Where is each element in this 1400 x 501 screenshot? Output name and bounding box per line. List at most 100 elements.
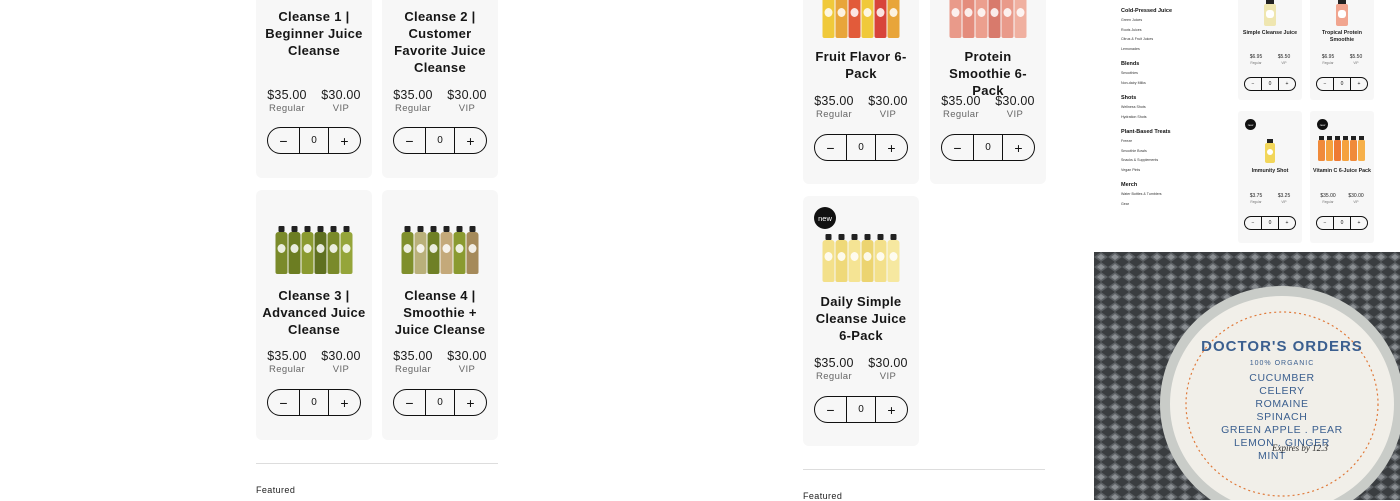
mini-product-title[interactable]: Tropical Protein Smoothie — [1313, 30, 1371, 44]
mini-product-card[interactable]: new Immunity Shot $3.75 Regular $3.25 VIP … — [1238, 111, 1302, 243]
nav-item[interactable]: Wellness Shots — [1121, 103, 1231, 113]
nav-item[interactable]: Vegan Pints — [1121, 166, 1231, 176]
product-card[interactable]: Protein Smoothie 6-Pack $35.00 Regular $3… — [930, 0, 1046, 184]
decrement-button[interactable]: − — [815, 135, 846, 160]
juice-bottles-image[interactable] — [949, 0, 1027, 38]
product-card[interactable]: Cleanse 3 | Advanced Juice Cleanse $35.0… — [256, 190, 372, 440]
nav-item[interactable]: Snacks & Supplements — [1121, 156, 1231, 166]
decrement-button[interactable]: − — [1245, 78, 1261, 90]
mini-product-card[interactable]: new Vitamin C 6-Juice Pack $35.00 Regular… — [1310, 111, 1374, 243]
nav-heading[interactable]: Cold-Pressed Juice — [1121, 8, 1231, 14]
juice-bottles-image[interactable] — [401, 226, 479, 274]
nav-item[interactable]: Smoothie Bowls — [1121, 147, 1231, 157]
quantity-input[interactable]: 0 — [1261, 217, 1279, 229]
quantity-stepper[interactable]: − 0 + — [393, 389, 487, 416]
nav-item[interactable]: Gear — [1121, 200, 1231, 210]
juice-bottles-image[interactable] — [822, 0, 900, 38]
nav-heading[interactable]: Blends — [1121, 61, 1231, 67]
decrement-button[interactable]: − — [815, 397, 846, 422]
product-title[interactable]: Cleanse 3 | Advanced Juice Cleanse — [262, 287, 366, 338]
increment-button[interactable]: + — [876, 397, 907, 422]
mini-product-title[interactable]: Simple Cleanse Juice — [1241, 30, 1299, 37]
quantity-input[interactable]: 0 — [425, 128, 455, 153]
quantity-input[interactable]: 0 — [299, 390, 329, 415]
juice-bottles-image[interactable] — [822, 234, 900, 282]
featured-label: Featured — [256, 485, 296, 495]
increment-button[interactable]: + — [455, 128, 486, 153]
quantity-input[interactable]: 0 — [425, 390, 455, 415]
product-title[interactable]: Fruit Flavor 6-Pack — [809, 48, 913, 82]
quantity-stepper[interactable]: − 0 + — [814, 134, 908, 161]
mini-product-card[interactable]: Simple Cleanse Juice $6.95 Regular $5.50 V… — [1238, 0, 1302, 100]
decrement-button[interactable]: − — [268, 128, 299, 153]
mini-product-title[interactable]: Vitamin C 6-Juice Pack — [1313, 168, 1371, 175]
quantity-stepper[interactable]: −0 + — [1244, 77, 1296, 91]
nav-item[interactable]: Water Bottles & Tumblers — [1121, 190, 1231, 200]
nav-item[interactable]: Non-dairy Milks — [1121, 79, 1231, 89]
product-card[interactable]: Cleanse 2 | Customer Favorite Juice Clea… — [382, 0, 498, 178]
product-card[interactable]: Fruit Flavor 6-Pack $35.00 Regular $30.00… — [803, 0, 919, 184]
increment-button[interactable]: + — [1279, 78, 1295, 90]
mini-product-title[interactable]: Immunity Shot — [1241, 168, 1299, 175]
product-title[interactable]: Cleanse 2 | Customer Favorite Juice Clea… — [388, 8, 492, 76]
quantity-stepper[interactable]: −0 + — [1316, 216, 1368, 230]
decrement-button[interactable]: − — [1317, 217, 1333, 229]
nav-heading[interactable]: Plant-Based Treats — [1121, 129, 1231, 135]
product-title[interactable]: Daily Simple Cleanse Juice 6-Pack — [809, 293, 913, 344]
quantity-stepper[interactable]: − 0 + — [267, 389, 361, 416]
increment-button[interactable]: + — [876, 135, 907, 160]
juice-bottles-image[interactable] — [275, 226, 353, 274]
juice-bottle — [822, 234, 835, 282]
quantity-input[interactable]: 0 — [299, 128, 329, 153]
increment-button[interactable]: + — [1279, 217, 1295, 229]
quantity-stepper[interactable]: − 0 + — [814, 396, 908, 423]
increment-button[interactable]: + — [1003, 135, 1034, 160]
decrement-button[interactable]: − — [1317, 78, 1333, 90]
product-card[interactable]: Cleanse 1 | Beginner Juice Cleanse $35.0… — [256, 0, 372, 178]
increment-button[interactable]: + — [455, 390, 486, 415]
nav-heading[interactable]: Merch — [1121, 182, 1231, 188]
quantity-input[interactable]: 0 — [1261, 78, 1279, 90]
quantity-stepper[interactable]: − 0 + — [941, 134, 1035, 161]
product-title[interactable]: Protein Smoothie 6-Pack — [936, 48, 1040, 99]
decrement-button[interactable]: − — [1245, 217, 1261, 229]
juice-bottle — [835, 234, 848, 282]
increment-button[interactable]: + — [1351, 217, 1367, 229]
quantity-stepper[interactable]: −0 + — [1316, 77, 1368, 91]
increment-button[interactable]: + — [1351, 78, 1367, 90]
quantity-input[interactable]: 0 — [846, 135, 876, 160]
quantity-stepper[interactable]: − 0 + — [267, 127, 361, 154]
nav-item[interactable]: Lemonades — [1121, 45, 1231, 55]
regular-price: $35.00 Regular — [267, 349, 307, 375]
vip-price: $30.00 VIP — [321, 349, 361, 375]
quantity-stepper[interactable]: −0 + — [1244, 216, 1296, 230]
decrement-button[interactable]: − — [942, 135, 973, 160]
nav-item[interactable]: Roots Juices — [1121, 26, 1231, 36]
nav-item[interactable]: Citrus & Fruit Juices — [1121, 35, 1231, 45]
quantity-stepper[interactable]: − 0 + — [393, 127, 487, 154]
mini-product-card[interactable]: Tropical Protein Smoothie $6.95 Regular $… — [1310, 0, 1374, 100]
vip-price: $30.00 VIP — [321, 88, 361, 114]
product-card[interactable]: Cleanse 4 | Smoothie + Juice Cleanse $35… — [382, 190, 498, 440]
product-card[interactable]: new Daily Simple Cleanse Juice 6-Pack $3… — [803, 196, 919, 446]
juice-bottle — [314, 226, 327, 274]
decrement-button[interactable]: − — [268, 390, 299, 415]
quantity-input[interactable]: 0 — [1333, 78, 1351, 90]
quantity-input[interactable]: 0 — [846, 397, 876, 422]
product-title[interactable]: Cleanse 4 | Smoothie + Juice Cleanse — [388, 287, 492, 338]
increment-button[interactable]: + — [329, 390, 360, 415]
juice-bottle — [1014, 0, 1027, 38]
nav-item[interactable]: Green Juices — [1121, 16, 1231, 26]
vip-price: $5.50 VIP — [1277, 54, 1291, 65]
ingredient: SPINACH — [1257, 411, 1308, 423]
decrement-button[interactable]: − — [394, 390, 425, 415]
quantity-input[interactable]: 0 — [1333, 217, 1351, 229]
decrement-button[interactable]: − — [394, 128, 425, 153]
quantity-input[interactable]: 0 — [973, 135, 1003, 160]
nav-heading[interactable]: Shots — [1121, 95, 1231, 101]
product-title[interactable]: Cleanse 1 | Beginner Juice Cleanse — [262, 8, 366, 59]
nav-item[interactable]: Freeze — [1121, 137, 1231, 147]
nav-item[interactable]: Smoothies — [1121, 69, 1231, 79]
nav-item[interactable]: Hydration Shots — [1121, 113, 1231, 123]
increment-button[interactable]: + — [329, 128, 360, 153]
